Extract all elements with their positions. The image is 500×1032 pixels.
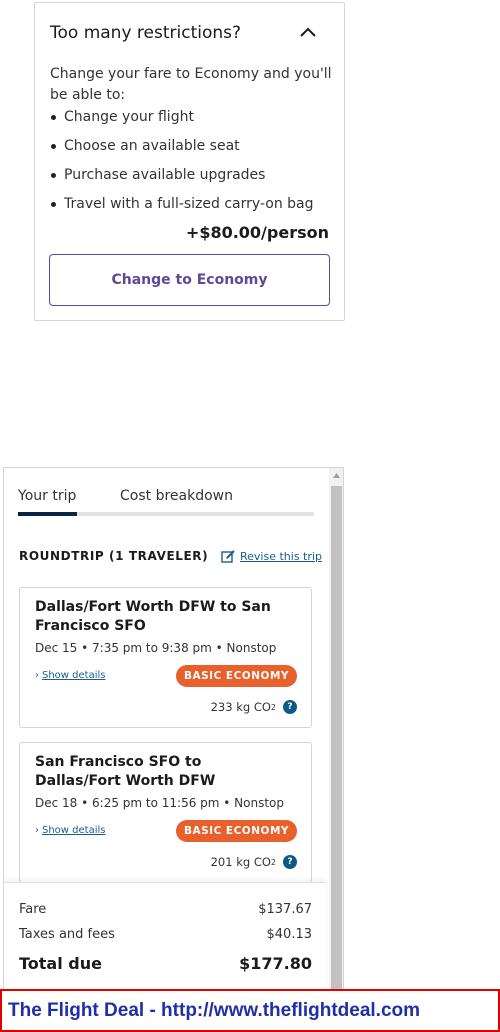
- co2-emissions: 233 kg CO 2 ?: [211, 700, 297, 714]
- help-icon[interactable]: ?: [283, 855, 297, 869]
- trip-summary-panel: Your trip Cost breakdown ROUNDTRIP (1 TR…: [3, 467, 344, 994]
- scrollbar-thumb[interactable]: [331, 486, 342, 994]
- panel-scrollbar[interactable]: [329, 468, 344, 994]
- upsell-title: Too many restrictions?: [50, 23, 242, 43]
- taxes-row: Taxes and fees $40.13: [19, 927, 312, 942]
- flight-schedule: Dec 15 • 7:35 pm to 9:38 pm • Nonstop: [35, 641, 277, 655]
- fare-upsell-card: Too many restrictions? Change your fare …: [34, 2, 345, 321]
- co2-subscript: 2: [270, 857, 276, 867]
- revise-trip-label: Revise this trip: [240, 549, 322, 563]
- flight-card-return: San Francisco SFO to Dallas/Fort Worth D…: [19, 742, 312, 883]
- revise-trip-link[interactable]: Revise this trip: [221, 549, 322, 563]
- benefit-item: Change your flight: [50, 106, 340, 135]
- flight-route: San Francisco SFO to Dallas/Fort Worth D…: [35, 754, 216, 789]
- co2-value: 201 kg CO: [210, 855, 271, 869]
- upsell-price: +$80.00/person: [185, 223, 329, 242]
- benefit-item: Purchase available upgrades: [50, 164, 340, 193]
- price-totals: Fare $137.67 Taxes and fees $40.13 Total…: [4, 882, 326, 994]
- benefit-item: Choose an available seat: [50, 135, 340, 164]
- watermark-text: The Flight Deal - http://www.theflightde…: [8, 999, 421, 1021]
- fare-class-badge: BASIC ECONOMY: [175, 820, 297, 842]
- flight-card-outbound: Dallas/Fort Worth DFW to San Francisco S…: [19, 587, 312, 728]
- upsell-description: Change your fare to Economy and you'll b…: [50, 66, 332, 103]
- show-details-label: Show details: [42, 825, 106, 836]
- show-details-label: Show details: [42, 670, 106, 681]
- fare-row: Fare $137.67: [19, 902, 312, 917]
- change-to-economy-button[interactable]: Change to Economy: [49, 254, 330, 306]
- edit-icon: [221, 550, 235, 563]
- co2-emissions: 201 kg CO 2 ?: [211, 855, 297, 869]
- total-due-label: Total due: [19, 954, 102, 973]
- benefit-item: Travel with a full-sized carry-on bag: [50, 193, 340, 222]
- flight-route: Dallas/Fort Worth DFW to San Francisco S…: [35, 599, 271, 634]
- show-details-link[interactable]: › Show details: [35, 670, 105, 681]
- fare-class-badge: BASIC ECONOMY: [175, 665, 297, 687]
- benefit-list: Change your flight Choose an available s…: [50, 106, 340, 222]
- active-tab-indicator: [18, 512, 77, 516]
- help-icon[interactable]: ?: [283, 700, 297, 714]
- flight-schedule: Dec 18 • 6:25 pm to 11:56 pm • Nonstop: [35, 796, 285, 810]
- total-due-row: Total due $177.80: [19, 954, 312, 973]
- tab-your-trip[interactable]: Your trip: [18, 488, 76, 504]
- chevron-right-icon: ›: [35, 670, 39, 681]
- total-due-value: $177.80: [239, 954, 312, 973]
- trip-heading: ROUNDTRIP (1 TRAVELER): [19, 549, 209, 563]
- chevron-up-icon[interactable]: [299, 25, 317, 39]
- taxes-value: $40.13: [266, 927, 313, 942]
- taxes-label: Taxes and fees: [19, 927, 115, 942]
- watermark-banner: The Flight Deal - http://www.theflightde…: [0, 989, 500, 1032]
- scroll-up-arrow-icon[interactable]: [329, 468, 344, 484]
- show-details-link[interactable]: › Show details: [35, 825, 105, 836]
- tab-cost-breakdown[interactable]: Cost breakdown: [120, 488, 233, 504]
- co2-subscript: 2: [270, 702, 276, 712]
- trip-tabs: Your trip Cost breakdown: [18, 488, 314, 518]
- fare-label: Fare: [19, 902, 47, 917]
- fare-value: $137.67: [258, 902, 312, 917]
- co2-value: 233 kg CO: [210, 700, 271, 714]
- chevron-right-icon: ›: [35, 825, 39, 836]
